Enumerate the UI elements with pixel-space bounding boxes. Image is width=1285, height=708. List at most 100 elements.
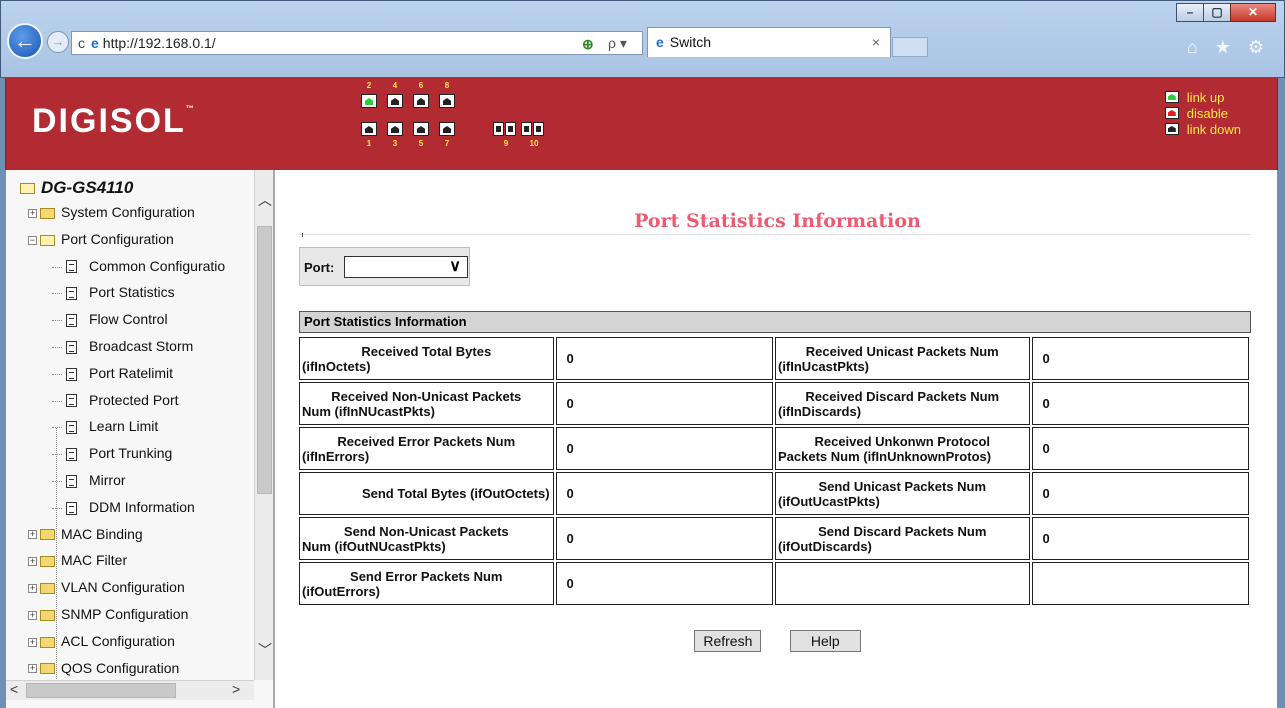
stat-label: Received Error Packets Num (ifInErrors) (299, 427, 554, 470)
sidebar-item-system-configuration[interactable]: + System Configuration (28, 204, 195, 220)
page-icon (66, 340, 77, 354)
sfp-port-9-icon[interactable] (493, 122, 504, 136)
stat-label-line2: (ifOutErrors) (302, 583, 380, 599)
sidebar-item-label: Port Configuration (61, 230, 174, 247)
port-6-icon[interactable] (413, 94, 429, 108)
port-7-icon[interactable] (439, 122, 455, 136)
sidebar-item-label: Port Ratelimit (89, 364, 174, 381)
port-number-label: 7 (444, 139, 450, 148)
page-title: Port Statistics Information (634, 210, 921, 232)
folder-icon (40, 663, 55, 675)
search-dropdown-icon[interactable]: ρ ▾ (608, 32, 627, 54)
maximize-button[interactable]: ▢ (1203, 3, 1231, 22)
refresh-icon[interactable]: c (78, 35, 85, 51)
port-4-icon[interactable] (387, 94, 403, 108)
sidebar-item-label: Flow Control (89, 311, 168, 328)
help-button[interactable]: Help (789, 630, 861, 652)
port-5-icon[interactable] (413, 122, 429, 136)
sidebar-item-port-ratelimit[interactable]: Port Ratelimit (52, 365, 173, 381)
table-row: Received Non-Unicast Packets Num (ifInNUc… (299, 382, 1249, 425)
stat-label-line2: (ifOutUcastPkts) (777, 493, 880, 509)
vertical-scrollbar[interactable]: ︿ ﹀ (254, 170, 273, 680)
expand-icon[interactable]: + (28, 530, 37, 540)
port-8-icon[interactable] (439, 94, 455, 108)
back-arrow-icon[interactable]: ← (7, 23, 43, 59)
address-bar[interactable]: c e http://192.168.0.1/ ⊕ ρ ▾ (71, 31, 643, 55)
forward-arrow-icon[interactable]: → (47, 31, 69, 53)
sidebar-item-ddm-information[interactable]: DDM Information (52, 499, 195, 515)
minimize-button[interactable]: – (1176, 3, 1204, 22)
sidebar-item-snmp-configuration[interactable]: + SNMP Configuration (28, 606, 188, 622)
stat-label-line2: (ifInOctets) (302, 358, 371, 374)
port-2-icon[interactable] (361, 94, 377, 108)
legend-link-down: link down (1164, 122, 1241, 138)
address-url[interactable]: http://192.168.0.1/ (103, 35, 216, 51)
sidebar-item-port-trunking[interactable]: Port Trunking (52, 445, 172, 461)
tab-close-icon[interactable]: × (872, 28, 880, 56)
browser-chrome: – ▢ ✕ ← → c e http://192.168.0.1/ ⊕ ρ ▾ eS… (0, 0, 1285, 78)
scroll-up-arrow[interactable]: ︿ (255, 190, 273, 210)
sfp-port-10-icon[interactable] (533, 122, 544, 136)
scroll-down-arrow[interactable]: ﹀ (255, 640, 273, 660)
stat-label-line2: Num (ifOutNUcastPkts) (302, 538, 446, 554)
scroll-left-arrow[interactable]: < (10, 681, 18, 697)
port-selector-panel: Port: ∨ (299, 247, 470, 286)
port-1-icon[interactable] (361, 122, 377, 136)
expand-icon[interactable]: + (28, 610, 37, 620)
scroll-right-arrow[interactable]: > (232, 681, 240, 697)
table-row: Send Non-Unicast Packets Num (ifOutNUcast… (299, 517, 1249, 560)
port-down-icon (1164, 123, 1179, 135)
sidebar-item-flow-control[interactable]: Flow Control (52, 311, 168, 327)
stat-label-line1: Send Unicast Packets Num (818, 478, 987, 494)
sfp-port-9-icon[interactable] (505, 122, 516, 136)
sidebar-item-port-configuration[interactable]: − Port Configuration (28, 231, 174, 247)
port-legend: link up disable link down (1164, 90, 1241, 138)
expand-icon[interactable]: + (28, 208, 37, 218)
stat-label-line1: Send Error Packets Num (350, 568, 503, 584)
close-window-button[interactable]: ✕ (1230, 3, 1276, 22)
horizontal-scrollbar[interactable]: < > (6, 680, 254, 700)
sidebar-item-broadcast-storm[interactable]: Broadcast Storm (52, 338, 193, 354)
action-buttons: Refresh Help (275, 630, 1280, 652)
expand-icon[interactable]: + (28, 557, 37, 567)
page-icon (66, 447, 77, 461)
expand-icon[interactable]: + (28, 637, 37, 647)
sidebar-item-mac-binding[interactable]: + MAC Binding (28, 526, 143, 542)
collapse-icon[interactable]: − (28, 235, 37, 245)
sidebar-item-qos-configuration[interactable]: + QOS Configuration (28, 660, 179, 676)
port-3-icon[interactable] (387, 122, 403, 136)
sidebar-item-mac-filter[interactable]: + MAC Filter (28, 552, 127, 568)
port-number-label: 6 (418, 81, 424, 90)
folder-icon (40, 582, 55, 594)
port-number-label: 10 (529, 139, 539, 148)
folder-icon (40, 234, 55, 246)
stat-label: Received Total Bytes (ifInOctets) (299, 337, 554, 380)
tree-connector (56, 428, 57, 683)
port-select[interactable]: ∨ (344, 256, 468, 278)
expand-icon[interactable]: + (28, 583, 37, 593)
sfp-port-10-icon[interactable] (521, 122, 532, 136)
scrollbar-thumb[interactable] (257, 226, 272, 494)
port-panel: 2 4 6 8 1 3 5 7 9 10 (361, 78, 581, 170)
new-tab-button[interactable] (892, 37, 928, 57)
port-label: Port: (304, 260, 335, 275)
sidebar-item-port-statistics[interactable]: Port Statistics (52, 284, 175, 300)
sidebar-item-label: Common Configuratio (89, 257, 226, 274)
refresh-button[interactable]: Refresh (694, 630, 762, 652)
home-favorites-tools-icons[interactable]: ⌂ ★ ⚙ (1187, 37, 1270, 58)
scrollbar-thumb[interactable] (26, 683, 176, 698)
stat-value: 0 (555, 382, 773, 425)
sidebar-item-acl-configuration[interactable]: + ACL Configuration (28, 633, 175, 649)
sidebar-item-mirror[interactable]: Mirror (52, 472, 126, 488)
browser-tab[interactable]: e Switch × (647, 27, 891, 57)
stat-label-line1: Received Non-Unicast Packets (331, 388, 522, 404)
sidebar-item-vlan-configuration[interactable]: + VLAN Configuration (28, 579, 185, 595)
tree-root[interactable]: DG-GS4110 (20, 178, 133, 198)
header-banner: DIGISOL™ 2 4 6 8 1 3 5 7 9 10 link up disable lin… (5, 78, 1278, 170)
page-icon (66, 474, 77, 488)
sidebar-item-common-configuratio[interactable]: Common Configuratio (52, 258, 225, 274)
sidebar-item-learn-limit[interactable]: Learn Limit (52, 418, 158, 434)
compatibility-view-icon[interactable]: ⊕ (582, 33, 594, 55)
expand-icon[interactable]: + (28, 664, 37, 674)
sidebar-item-protected-port[interactable]: Protected Port (52, 392, 179, 408)
